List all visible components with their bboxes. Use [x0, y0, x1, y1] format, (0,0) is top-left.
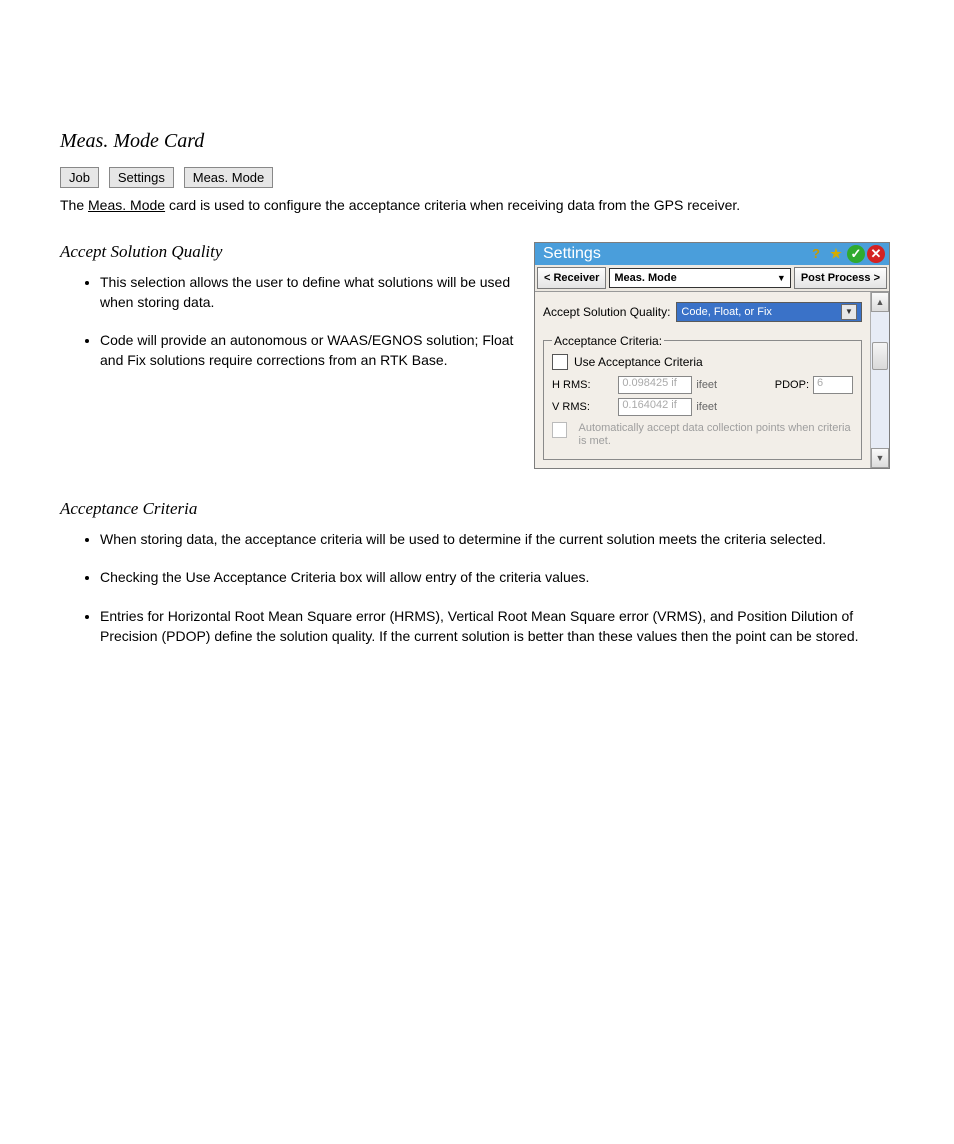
- ac-bullets: When storing data, the acceptance criter…: [60, 529, 894, 646]
- next-tab-button[interactable]: Post Process >: [794, 267, 887, 289]
- hrms-label: H RMS:: [552, 379, 614, 391]
- acceptance-criteria-legend: Acceptance Criteria:: [552, 334, 664, 348]
- intro-suffix: card is used to configure the acceptance…: [165, 197, 740, 213]
- acceptance-criteria-group: Acceptance Criteria: Use Acceptance Crit…: [543, 334, 862, 461]
- asq-bullets: This selection allows the user to define…: [60, 272, 514, 371]
- section-heading: Meas. Mode Card: [60, 130, 894, 153]
- asq-field-label: Accept Solution Quality: [60, 242, 514, 262]
- auto-accept-checkbox[interactable]: [552, 422, 567, 438]
- breadcrumb-job: Job: [60, 167, 99, 188]
- favorite-icon[interactable]: ★: [827, 245, 845, 263]
- pdop-label: PDOP:: [745, 379, 809, 391]
- chevron-down-icon: ▼: [841, 304, 857, 320]
- hrms-input[interactable]: 0.098425 if: [618, 376, 692, 394]
- breadcrumb: Job Settings Meas. Mode: [60, 167, 894, 188]
- vrms-input[interactable]: 0.164042 if: [618, 398, 692, 416]
- use-criteria-label: Use Acceptance Criteria: [574, 355, 703, 369]
- breadcrumb-measmode: Meas. Mode: [184, 167, 274, 188]
- accept-quality-value: Code, Float, or Fix: [681, 306, 771, 318]
- intro-text: The Meas. Mode card is used to configure…: [60, 196, 894, 216]
- hrms-unit: ifeet: [696, 379, 741, 391]
- settings-tabbar: < Receiver Meas. Mode ▼ Post Process >: [535, 265, 889, 292]
- intro-underlined: Meas. Mode: [88, 197, 165, 213]
- vrms-label: V RMS:: [552, 401, 614, 413]
- list-item: Entries for Horizontal Root Mean Square …: [100, 606, 894, 647]
- settings-panel: Settings ? ★ ✓ ✕ < Receiver Meas. Mode ▼…: [534, 242, 890, 470]
- close-icon[interactable]: ✕: [867, 245, 885, 263]
- list-item: Checking the Use Acceptance Criteria box…: [100, 567, 894, 587]
- vrms-unit: ifeet: [696, 401, 741, 413]
- pdop-input[interactable]: 6: [813, 376, 853, 394]
- settings-title: Settings: [543, 245, 805, 263]
- scrollbar-thumb[interactable]: [872, 342, 888, 370]
- prev-tab-button[interactable]: < Receiver: [537, 267, 606, 289]
- breadcrumb-settings: Settings: [109, 167, 174, 188]
- ac-field-label: Acceptance Criteria: [60, 499, 894, 519]
- accept-quality-select[interactable]: Code, Float, or Fix ▼: [676, 302, 862, 322]
- chevron-down-icon: ▼: [777, 273, 786, 283]
- scrollbar[interactable]: ▲ ▼: [870, 292, 889, 469]
- intro-prefix: The: [60, 197, 88, 213]
- use-criteria-checkbox[interactable]: [552, 354, 568, 370]
- current-tab-label: Meas. Mode: [614, 272, 676, 284]
- accept-quality-label: Accept Solution Quality:: [543, 305, 670, 319]
- list-item: This selection allows the user to define…: [100, 272, 514, 313]
- list-item: When storing data, the acceptance criter…: [100, 529, 894, 549]
- current-tab-dropdown[interactable]: Meas. Mode ▼: [609, 268, 790, 288]
- auto-accept-label: Automatically accept data collection poi…: [579, 422, 854, 450]
- ok-icon[interactable]: ✓: [847, 245, 865, 263]
- scroll-down-icon[interactable]: ▼: [871, 448, 889, 468]
- scroll-up-icon[interactable]: ▲: [871, 292, 889, 312]
- settings-titlebar: Settings ? ★ ✓ ✕: [535, 243, 889, 265]
- list-item: Code will provide an autonomous or WAAS/…: [100, 330, 514, 371]
- help-icon[interactable]: ?: [807, 245, 825, 263]
- scrollbar-track[interactable]: [871, 312, 889, 449]
